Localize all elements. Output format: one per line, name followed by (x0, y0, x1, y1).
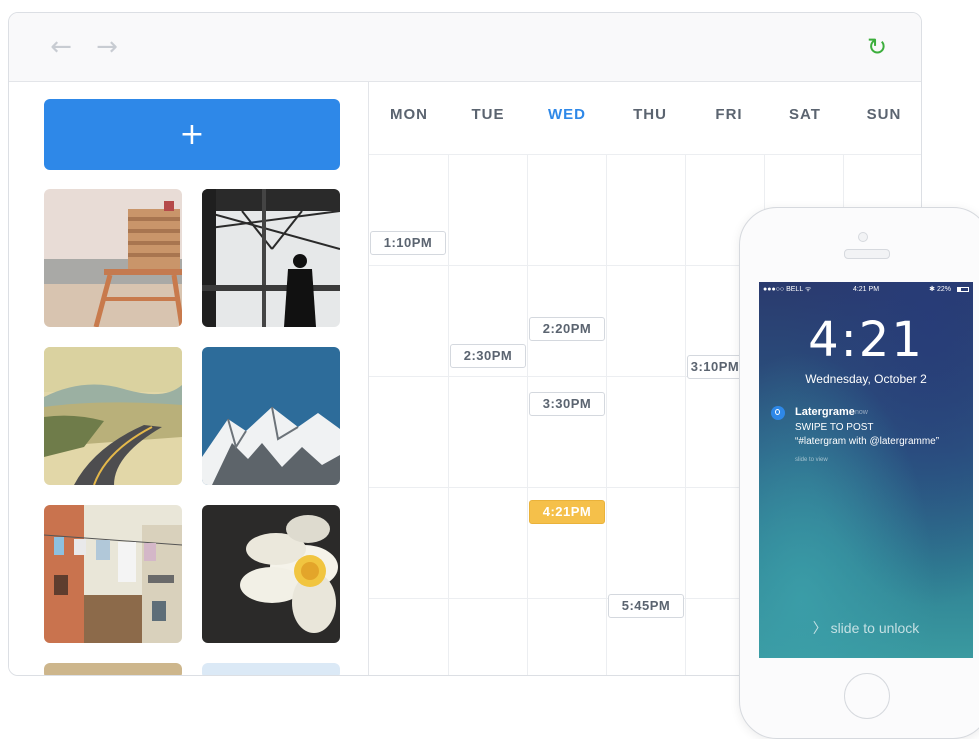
grid-row-line (369, 154, 921, 155)
grid-column-line (448, 154, 449, 675)
time-slot-mon[interactable]: 1:10PM (370, 231, 446, 255)
photo-thumbnail-snowy-mountains[interactable] (202, 347, 340, 485)
grid-column-line (527, 154, 528, 675)
photo-snowy-mountains-image (202, 347, 340, 485)
day-header-sat[interactable]: SAT (765, 106, 845, 123)
home-button[interactable] (844, 673, 890, 719)
app-clock-icon[interactable] (771, 406, 785, 420)
status-bar: ●●●○○ BELL ᯤ 4:21 PM ✱ 22% (759, 284, 973, 296)
photo-white-flower-image (202, 505, 340, 643)
notification-app-name[interactable]: Latergrame (795, 406, 855, 418)
lock-clock: 4:21 (808, 312, 924, 368)
photo-desert-road-image (44, 347, 182, 485)
notification-title[interactable]: SWIPE TO POST (795, 422, 874, 433)
toolbar: ← → ↻ (9, 13, 921, 82)
time-slot-wed[interactable]: 3:30PM (529, 392, 605, 416)
media-sidebar: + (9, 82, 369, 675)
day-header-fri[interactable]: FRI (689, 106, 769, 123)
photo-partial-2-image (202, 663, 340, 675)
photo-thumbnail-man-at-window[interactable] (202, 189, 340, 327)
photo-thumbnail-desert-road[interactable] (44, 347, 182, 485)
photo-lifeguard-tower-image (44, 189, 182, 327)
photo-thumbnail-lifeguard-tower[interactable] (44, 189, 182, 327)
day-header-tue[interactable]: TUE (448, 106, 528, 123)
battery-icon (957, 287, 969, 292)
forward-arrow-icon[interactable]: → (93, 34, 121, 61)
photo-street-laundry-image (44, 505, 182, 643)
add-media-button[interactable]: + (44, 99, 340, 170)
time-slot-current[interactable]: 4:21PM (529, 500, 605, 524)
notification-hint: slide to view (795, 457, 828, 463)
phone-speaker (844, 249, 890, 259)
slide-to-unlock[interactable]: 〉 slide to unlock (759, 618, 973, 638)
refresh-icon[interactable]: ↻ (863, 33, 891, 61)
time-slot-wed[interactable]: 2:20PM (529, 317, 605, 341)
photo-man-at-window-image (202, 189, 340, 327)
time-slot-thu[interactable]: 5:45PM (608, 594, 684, 618)
back-arrow-icon[interactable]: ← (47, 34, 75, 61)
photo-thumbnail-street-laundry[interactable] (44, 505, 182, 643)
notification-body[interactable]: “#latergram with @latergramme” (795, 436, 939, 447)
grid-column-line (606, 154, 607, 675)
day-header-mon[interactable]: MON (369, 106, 449, 123)
day-header-thu[interactable]: THU (610, 106, 690, 123)
grid-column-line (685, 154, 686, 675)
notification-time: now (855, 409, 868, 416)
photo-thumbnail-partial-1[interactable] (44, 663, 182, 675)
photo-thumbnail-partial-2[interactable] (202, 663, 340, 675)
time-slot-tue[interactable]: 2:30PM (450, 344, 526, 368)
lock-date: Wednesday, October 2 (805, 372, 927, 386)
photo-partial-1-image (44, 663, 182, 675)
photo-thumbnail-white-flower[interactable] (202, 505, 340, 643)
day-header-wed[interactable]: WED (527, 106, 607, 123)
time-slot-fri[interactable]: 3:10PM (687, 355, 743, 379)
battery-percent: ✱ 22% (929, 286, 951, 293)
phone-mockup: ●●●○○ BELL ᯤ 4:21 PM ✱ 22% 4:21 Wednesda… (739, 207, 979, 739)
day-header-sun[interactable]: SUN (844, 106, 921, 123)
lock-screen: ●●●○○ BELL ᯤ 4:21 PM ✱ 22% 4:21 Wednesda… (759, 282, 973, 658)
phone-camera (858, 232, 868, 242)
